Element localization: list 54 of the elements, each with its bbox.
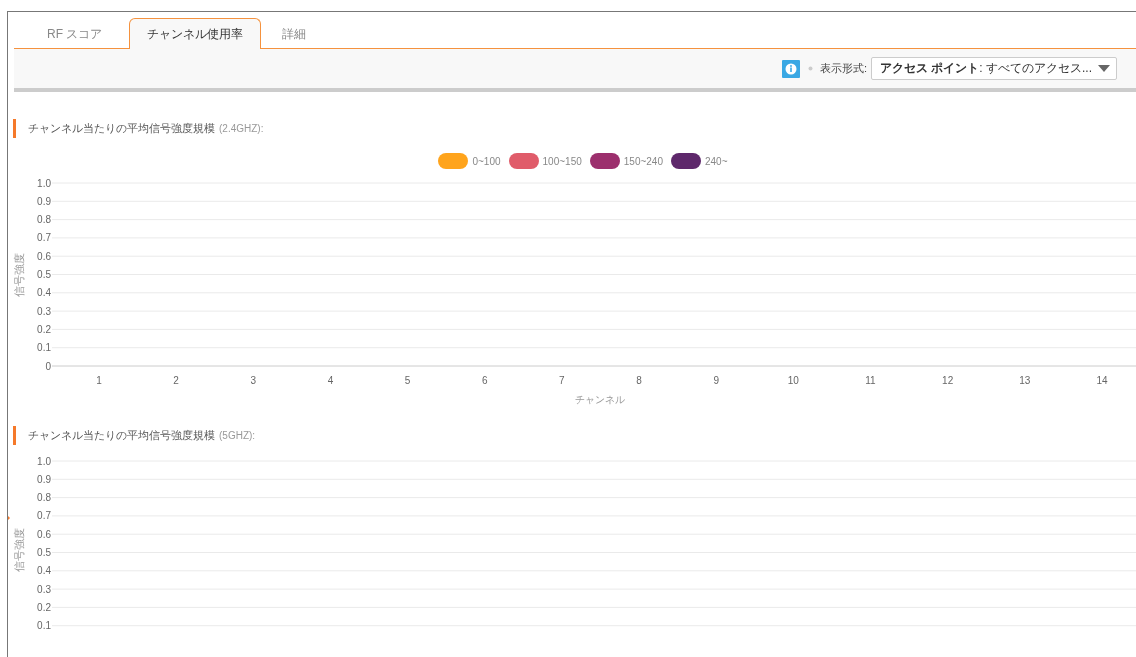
view-label: 表示形式: bbox=[819, 61, 867, 76]
y-tick-label: 0.8 bbox=[37, 214, 51, 226]
x-tick-label: 5 bbox=[404, 375, 411, 386]
y-tick-label: 0.6 bbox=[37, 250, 51, 262]
y-axis-label: 信号強度 bbox=[13, 252, 25, 297]
info-icon[interactable] bbox=[781, 59, 800, 78]
y-axis-label: 信号強度 bbox=[13, 527, 25, 572]
y-tick-label: 0.6 bbox=[37, 528, 51, 540]
y-tick-label: 0.2 bbox=[37, 601, 51, 613]
y-tick-label: 0.3 bbox=[37, 305, 51, 317]
y-tick-label: 0.2 bbox=[37, 323, 51, 335]
frequency-band-label: (5GHZ): bbox=[219, 430, 256, 441]
x-tick-label: 13 bbox=[1019, 375, 1031, 386]
x-tick-label: 12 bbox=[942, 375, 954, 386]
x-tick-label: 11 bbox=[865, 375, 876, 386]
y-tick-label: 0.7 bbox=[37, 510, 51, 522]
y-tick-label: 0.1 bbox=[37, 342, 51, 354]
frequency-band-label: (2.4GHZ): bbox=[219, 123, 264, 134]
x-tick-label: 9 bbox=[713, 375, 719, 386]
y-tick-label: 0.9 bbox=[37, 195, 51, 207]
y-tick-label: 0.1 bbox=[37, 620, 51, 632]
x-tick-label: 3 bbox=[250, 375, 257, 386]
y-tick-label: 0.8 bbox=[37, 492, 51, 504]
x-tick-label: 8 bbox=[636, 375, 642, 386]
x-tick-label: 7 bbox=[559, 375, 565, 386]
tab[interactable]: RF スコア bbox=[14, 18, 130, 49]
y-tick-label: 0.5 bbox=[37, 269, 51, 280]
y-tick-label: 0.9 bbox=[37, 473, 51, 485]
y-tick-label: 0.7 bbox=[37, 232, 51, 244]
chart-title: チャンネル当たりの平均信号強度規模 bbox=[28, 121, 215, 136]
y-tick-label: 0.4 bbox=[37, 565, 51, 577]
y-tick-label: 0.3 bbox=[37, 583, 51, 595]
view-dropdown[interactable]: アクセス ポイント: すべてのアクセス... bbox=[871, 57, 1117, 80]
y-tick-label: 1.0 bbox=[37, 455, 51, 467]
legend-label: 150~240 bbox=[623, 155, 663, 167]
x-tick-label: 10 bbox=[787, 375, 799, 386]
x-axis-label: チャンネル bbox=[575, 394, 626, 405]
legend-label: 0~100 bbox=[472, 155, 501, 167]
legend-label: 240~ bbox=[705, 155, 728, 167]
tab[interactable]: 詳細 bbox=[261, 18, 328, 49]
y-tick-label: 1.0 bbox=[37, 177, 51, 189]
x-tick-label: 14 bbox=[1096, 375, 1108, 386]
caret-icon bbox=[1098, 65, 1110, 72]
y-tick-label: 0.5 bbox=[37, 547, 51, 558]
x-tick-label: 4 bbox=[327, 375, 334, 386]
x-tick-label: 2 bbox=[173, 375, 179, 386]
chart-title: チャンネル当たりの平均信号強度規模 bbox=[28, 428, 215, 443]
tab[interactable]: チャンネル使用率 bbox=[129, 18, 262, 49]
separator-dot-icon bbox=[807, 66, 813, 71]
y-tick-label: 0 bbox=[45, 360, 51, 372]
x-tick-label: 6 bbox=[481, 375, 488, 386]
y-tick-label: 0.4 bbox=[37, 287, 51, 299]
x-tick-label: 1 bbox=[96, 375, 102, 386]
legend-label: 100~150 bbox=[542, 155, 582, 167]
